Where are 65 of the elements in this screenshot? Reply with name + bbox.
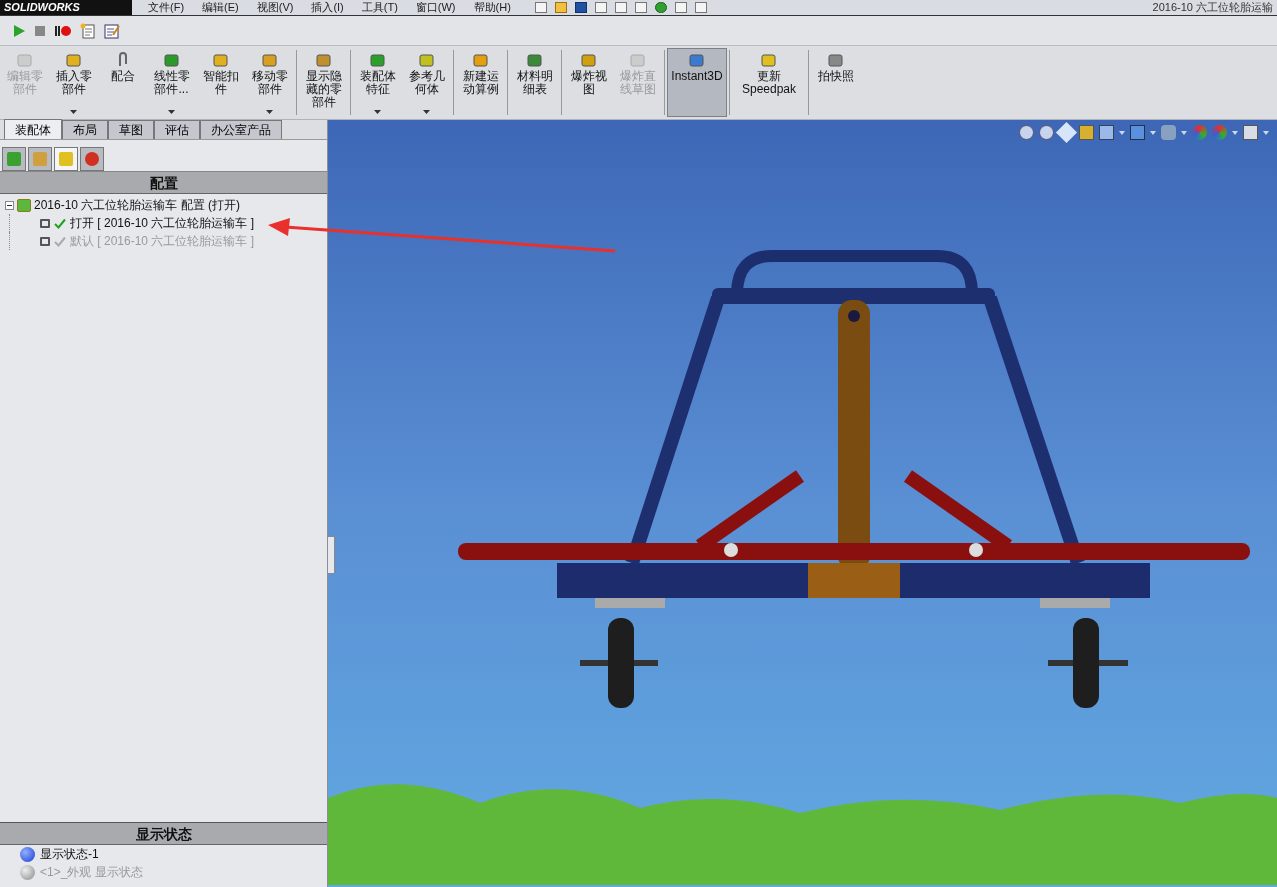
tool-icon	[826, 52, 845, 68]
command-button[interactable]: 参考几何体	[402, 48, 451, 117]
tool-icon	[260, 52, 279, 68]
play-icon[interactable]	[12, 23, 26, 38]
menu-item[interactable]: 视图(V)	[256, 2, 294, 13]
command-button[interactable]: 插入零部件	[49, 48, 98, 117]
tree-item[interactable]: 显示状态-1	[40, 845, 99, 863]
menu-item[interactable]: 窗口(W)	[415, 2, 456, 13]
command-button[interactable]: 新建运动算例	[456, 48, 505, 117]
command-button[interactable]: 显示隐藏的零部件	[299, 48, 348, 117]
tool-icon	[162, 52, 181, 68]
tree-item[interactable]: 2016-10 六工位轮胎运输车 配置 (打开)	[34, 196, 241, 214]
command-button[interactable]: 智能扣件	[196, 48, 245, 117]
command-button[interactable]: 装配体特征	[353, 48, 402, 117]
caret-icon[interactable]	[266, 110, 273, 114]
section-header: 配置	[0, 172, 327, 194]
collapse-toggle[interactable]	[5, 200, 14, 210]
property-manager-tab[interactable]	[28, 147, 52, 171]
panel-tab[interactable]: 评估	[154, 120, 200, 139]
menu-item[interactable]: 文件(F)	[148, 2, 185, 13]
menu-item[interactable]: 编辑(E)	[202, 2, 239, 13]
tool-icon	[64, 52, 83, 68]
command-button[interactable]: 材料明细表	[510, 48, 559, 117]
tool-icon	[760, 52, 778, 68]
app-logo: SOLIDWORKS	[0, 0, 132, 15]
menu-item[interactable]: 帮助(H)	[473, 2, 511, 13]
panel-tab[interactable]: 草图	[108, 120, 154, 139]
tree-item[interactable]: 打开 [ 2016-10 六工位轮胎运输车 ]	[70, 214, 255, 232]
tool-icon	[579, 52, 598, 68]
caret-icon[interactable]	[70, 110, 77, 114]
new-document-icon[interactable]	[80, 22, 96, 39]
tool-icon	[525, 52, 544, 68]
caret-icon[interactable]	[423, 110, 430, 114]
command-button[interactable]: 移动零部件	[245, 48, 294, 117]
panel-tab[interactable]: 装配体	[4, 119, 62, 139]
command-button[interactable]: Instant3D	[667, 48, 727, 117]
caret-icon[interactable]	[168, 110, 175, 114]
edit-document-icon[interactable]	[104, 22, 120, 39]
tool-icon	[688, 52, 706, 68]
panel-tab[interactable]: 布局	[62, 120, 108, 139]
command-button[interactable]: 拍快照	[811, 48, 860, 117]
assembly-icon	[17, 198, 31, 212]
menu-item[interactable]: 插入(I)	[311, 2, 344, 13]
tool-icon	[471, 52, 490, 68]
tool-icon	[417, 52, 436, 68]
tool-icon	[314, 52, 333, 68]
feature-tree-tab[interactable]	[2, 147, 26, 171]
tool-icon	[628, 52, 647, 68]
display-manager-tab[interactable]	[80, 147, 104, 171]
command-button[interactable]: 线性零部件...	[147, 48, 196, 117]
tool-icon	[368, 52, 387, 68]
command-button[interactable]: 爆炸视图	[564, 48, 613, 117]
tool-icon	[15, 52, 34, 68]
caret-icon[interactable]	[374, 110, 381, 114]
configuration-manager-tab[interactable]	[54, 147, 78, 171]
stop-icon[interactable]	[34, 24, 46, 37]
window-title: 2016-10 六工位轮胎运输	[1152, 2, 1273, 13]
menu-item[interactable]: 工具(T)	[361, 2, 398, 13]
tool-icon	[211, 52, 230, 68]
record-icon[interactable]	[54, 23, 72, 38]
panel-collapse-handle[interactable]	[328, 536, 335, 574]
command-button[interactable]: 更新 Speedpak	[732, 48, 806, 117]
panel-tab[interactable]: 办公室产品	[200, 120, 282, 139]
section-header: 显示状态	[0, 823, 327, 845]
command-button[interactable]: 配合	[98, 48, 147, 117]
